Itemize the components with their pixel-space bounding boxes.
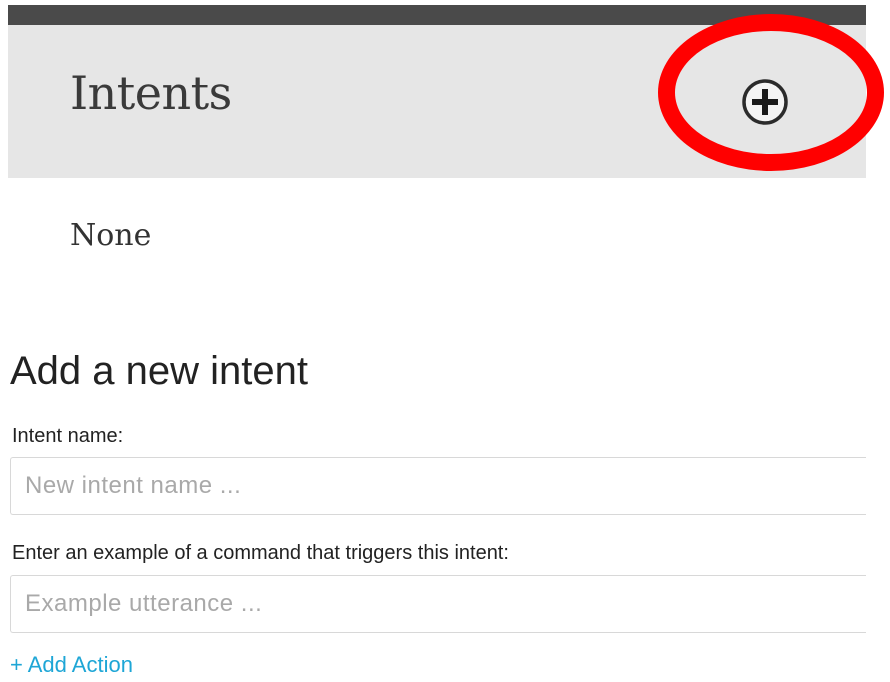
intent-name-input[interactable]: [10, 457, 866, 515]
intents-header: Intents: [8, 25, 866, 178]
new-intent-heading: Add a new intent: [10, 349, 308, 393]
intent-name-label: Intent name:: [12, 425, 124, 447]
page-title: Intents: [70, 66, 232, 120]
intents-page: Intents None Add a new intent Intent nam…: [0, 0, 890, 682]
plus-circle-icon: [742, 79, 788, 125]
add-intent-button[interactable]: [740, 77, 790, 127]
top-bar: [8, 5, 866, 25]
example-utterance-label: Enter an example of a command that trigg…: [12, 542, 509, 564]
intent-list-item-none[interactable]: None: [70, 214, 151, 258]
add-action-link[interactable]: + Add Action: [10, 650, 133, 680]
example-utterance-input[interactable]: [10, 575, 866, 633]
